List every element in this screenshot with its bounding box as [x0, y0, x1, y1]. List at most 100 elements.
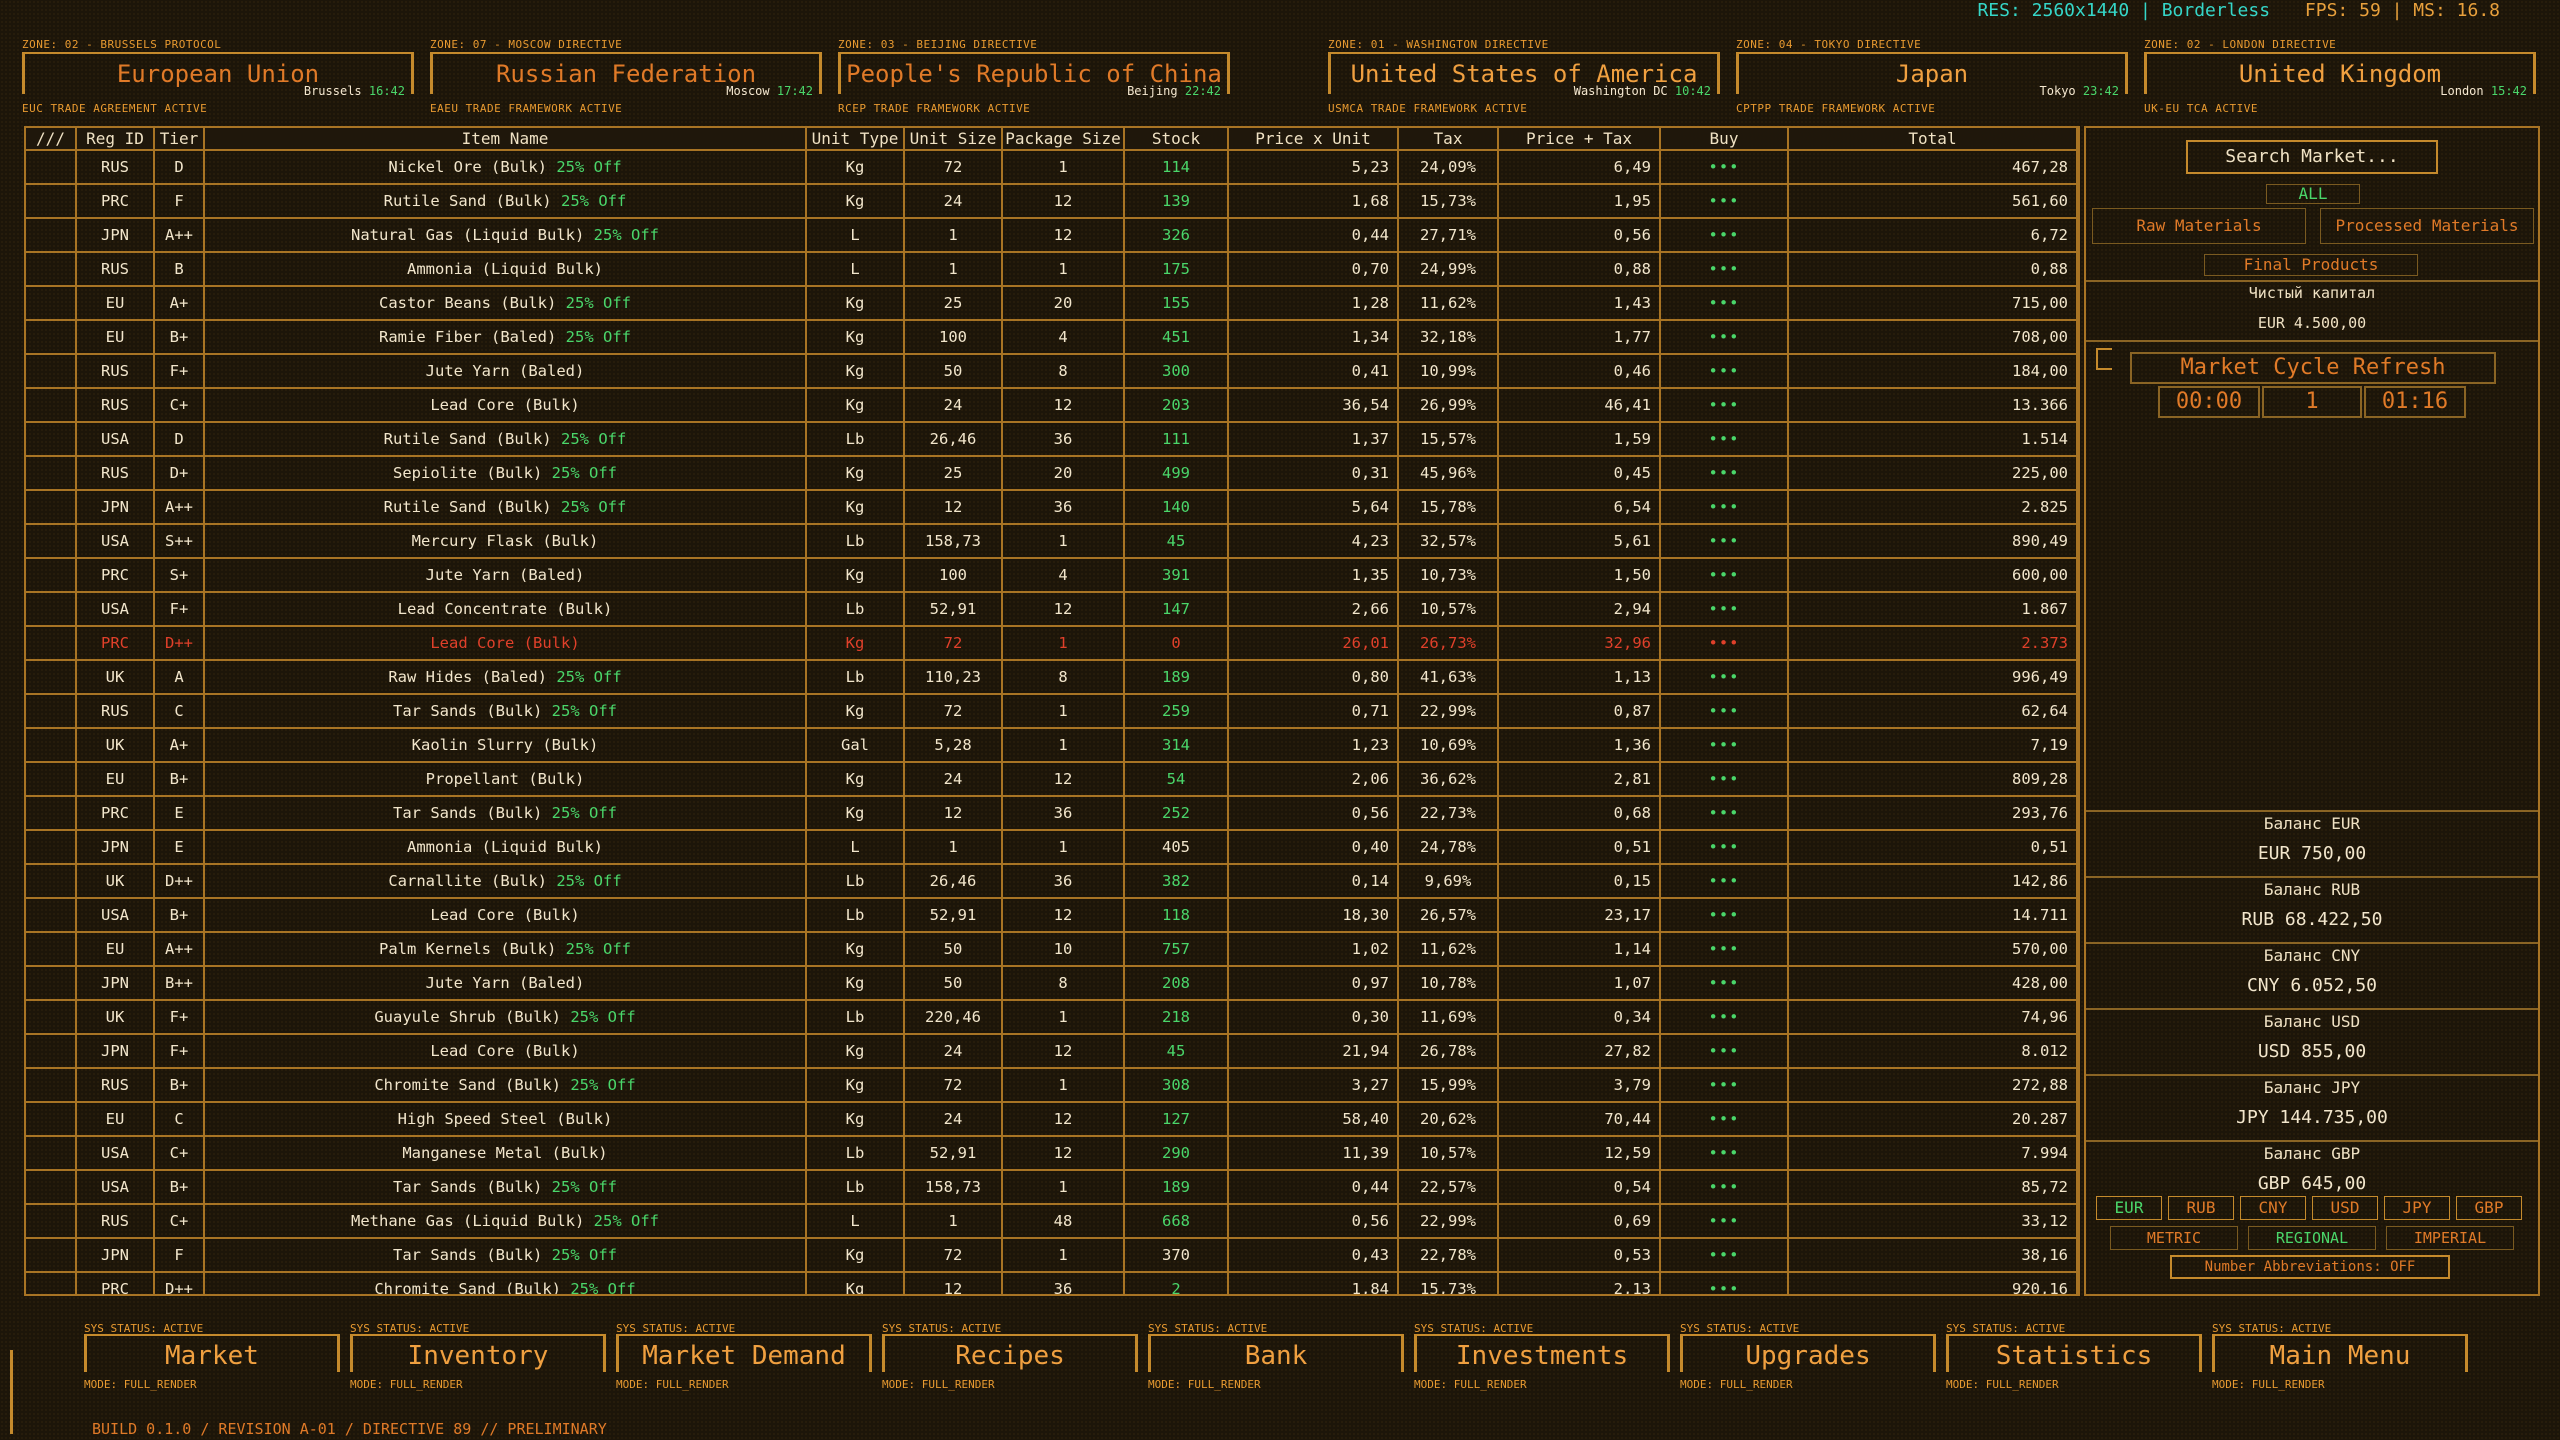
table-row[interactable]: UK A Raw Hides (Baled) 25% Off Lb 110,23… — [26, 660, 2078, 695]
filter-raw-button[interactable]: Raw Materials — [2092, 208, 2306, 244]
buy-button[interactable]: ••• — [1660, 218, 1789, 253]
table-row[interactable]: JPN F Tar Sands (Bulk) 25% Off Kg 72 1 3… — [26, 1238, 2078, 1273]
buy-button[interactable]: ••• — [1660, 728, 1789, 763]
unit-system-button[interactable]: METRIC — [2110, 1226, 2238, 1250]
table-row[interactable]: PRC D++ Lead Core (Bulk) Kg 72 1 0 26,01… — [26, 626, 2078, 661]
table-row[interactable]: EU A+ Castor Beans (Bulk) 25% Off Kg 25 … — [26, 286, 2078, 321]
buy-button[interactable]: ••• — [1660, 354, 1789, 389]
buy-button[interactable]: ••• — [1660, 830, 1789, 865]
nav-item[interactable]: SYS STATUS: ACTIVE Investments MODE: FUL… — [1414, 1322, 1670, 1392]
buy-button[interactable]: ••• — [1660, 150, 1789, 185]
nav-item[interactable]: SYS STATUS: ACTIVE Bank MODE: FULL_RENDE… — [1148, 1322, 1404, 1392]
buy-button[interactable]: ••• — [1660, 660, 1789, 695]
filter-processed-button[interactable]: Processed Materials — [2320, 208, 2534, 244]
search-input[interactable]: Search Market... — [2186, 140, 2438, 174]
buy-button[interactable]: ••• — [1660, 864, 1789, 899]
table-row[interactable]: USA B+ Lead Core (Bulk) Lb 52,91 12 118 … — [26, 898, 2078, 933]
column-header[interactable]: Tier — [154, 128, 205, 151]
column-header[interactable]: Unit Type — [806, 128, 905, 151]
refresh-icon[interactable] — [2096, 348, 2112, 370]
buy-button[interactable]: ••• — [1660, 320, 1789, 355]
filter-final-button[interactable]: Final Products — [2204, 254, 2418, 276]
currency-button[interactable]: USD — [2312, 1196, 2378, 1220]
nav-item[interactable]: SYS STATUS: ACTIVE Recipes MODE: FULL_RE… — [882, 1322, 1138, 1392]
nav-item[interactable]: SYS STATUS: ACTIVE Market Demand MODE: F… — [616, 1322, 872, 1392]
buy-button[interactable]: ••• — [1660, 1204, 1789, 1239]
nav-button[interactable]: Upgrades — [1680, 1334, 1936, 1372]
buy-button[interactable]: ••• — [1660, 388, 1789, 423]
buy-button[interactable]: ••• — [1660, 184, 1789, 219]
table-row[interactable]: UK D++ Carnallite (Bulk) 25% Off Lb 26,4… — [26, 864, 2078, 899]
table-row[interactable]: JPN E Ammonia (Liquid Bulk) L 1 1 405 0,… — [26, 830, 2078, 865]
table-row[interactable]: RUS F+ Jute Yarn (Baled) Kg 50 8 300 0,4… — [26, 354, 2078, 389]
market-refresh-button[interactable]: Market Cycle Refresh — [2130, 352, 2496, 384]
zone-panel[interactable]: ZONE: 07 - MOSCOW DIRECTIVE Russian Fede… — [430, 38, 822, 120]
unit-system-button[interactable]: IMPERIAL — [2386, 1226, 2514, 1250]
column-header[interactable]: Price + Tax — [1498, 128, 1661, 151]
nav-item[interactable]: SYS STATUS: ACTIVE Market MODE: FULL_REN… — [84, 1322, 340, 1392]
buy-button[interactable]: ••• — [1660, 1068, 1789, 1103]
table-row[interactable]: PRC D++ Chromite Sand (Bulk) 25% Off Kg … — [26, 1272, 2078, 1294]
column-header[interactable]: Reg ID — [76, 128, 155, 151]
column-header[interactable]: Item Name — [204, 128, 807, 151]
table-row[interactable]: EU C High Speed Steel (Bulk) Kg 24 12 12… — [26, 1102, 2078, 1137]
nav-button[interactable]: Inventory — [350, 1334, 606, 1372]
nav-button[interactable]: Market — [84, 1334, 340, 1372]
filter-all-button[interactable]: ALL — [2266, 184, 2360, 204]
table-row[interactable]: JPN A++ Rutile Sand (Bulk) 25% Off Kg 12… — [26, 490, 2078, 525]
table-row[interactable]: PRC S+ Jute Yarn (Baled) Kg 100 4 391 1,… — [26, 558, 2078, 593]
table-row[interactable]: JPN A++ Natural Gas (Liquid Bulk) 25% Of… — [26, 218, 2078, 253]
currency-button[interactable]: JPY — [2384, 1196, 2450, 1220]
column-header[interactable]: Price x Unit — [1228, 128, 1399, 151]
buy-button[interactable]: ••• — [1660, 932, 1789, 967]
table-row[interactable]: USA D Rutile Sand (Bulk) 25% Off Lb 26,4… — [26, 422, 2078, 457]
nav-button[interactable]: Main Menu — [2212, 1334, 2468, 1372]
nav-button[interactable]: Recipes — [882, 1334, 1138, 1372]
zone-panel[interactable]: ZONE: 02 - LONDON DIRECTIVE United Kingd… — [2144, 38, 2536, 120]
table-row[interactable]: JPN B++ Jute Yarn (Baled) Kg 50 8 208 0,… — [26, 966, 2078, 1001]
buy-button[interactable]: ••• — [1660, 694, 1789, 729]
nav-item[interactable]: SYS STATUS: ACTIVE Statistics MODE: FULL… — [1946, 1322, 2202, 1392]
column-header[interactable]: Stock — [1124, 128, 1229, 151]
column-header[interactable]: Tax — [1398, 128, 1499, 151]
number-abbreviation-toggle[interactable]: Number Abbreviations: OFF — [2170, 1255, 2450, 1279]
unit-system-button[interactable]: REGIONAL — [2248, 1226, 2376, 1250]
table-row[interactable]: USA S++ Mercury Flask (Bulk) Lb 158,73 1… — [26, 524, 2078, 559]
buy-button[interactable]: ••• — [1660, 1102, 1789, 1137]
currency-button[interactable]: GBP — [2456, 1196, 2522, 1220]
buy-button[interactable]: ••• — [1660, 1170, 1789, 1205]
table-row[interactable]: JPN F+ Lead Core (Bulk) Kg 24 12 45 21,9… — [26, 1034, 2078, 1069]
table-row[interactable]: EU B+ Ramie Fiber (Baled) 25% Off Kg 100… — [26, 320, 2078, 355]
table-row[interactable]: RUS C+ Methane Gas (Liquid Bulk) 25% Off… — [26, 1204, 2078, 1239]
buy-button[interactable]: ••• — [1660, 524, 1789, 559]
zone-panel[interactable]: ZONE: 04 - TOKYO DIRECTIVE Japan Tokyo 2… — [1736, 38, 2128, 120]
table-row[interactable]: EU B+ Propellant (Bulk) Kg 24 12 54 2,06… — [26, 762, 2078, 797]
table-row[interactable]: PRC F Rutile Sand (Bulk) 25% Off Kg 24 1… — [26, 184, 2078, 219]
column-header[interactable]: /// — [26, 128, 77, 151]
table-row[interactable]: USA C+ Manganese Metal (Bulk) Lb 52,91 1… — [26, 1136, 2078, 1171]
table-row[interactable]: EU A++ Palm Kernels (Bulk) 25% Off Kg 50… — [26, 932, 2078, 967]
buy-button[interactable]: ••• — [1660, 558, 1789, 593]
buy-button[interactable]: ••• — [1660, 898, 1789, 933]
buy-button[interactable]: ••• — [1660, 1000, 1789, 1035]
currency-button[interactable]: RUB — [2168, 1196, 2234, 1220]
buy-button[interactable]: ••• — [1660, 286, 1789, 321]
buy-button[interactable]: ••• — [1660, 796, 1789, 831]
table-row[interactable]: RUS B+ Chromite Sand (Bulk) 25% Off Kg 7… — [26, 1068, 2078, 1103]
currency-button[interactable]: EUR — [2096, 1196, 2162, 1220]
table-row[interactable]: UK F+ Guayule Shrub (Bulk) 25% Off Lb 22… — [26, 1000, 2078, 1035]
buy-button[interactable]: ••• — [1660, 1272, 1789, 1294]
table-row[interactable]: RUS B Ammonia (Liquid Bulk) L 1 1 175 0,… — [26, 252, 2078, 287]
buy-button[interactable]: ••• — [1660, 252, 1789, 287]
nav-button[interactable]: Investments — [1414, 1334, 1670, 1372]
table-row[interactable]: USA B+ Tar Sands (Bulk) 25% Off Lb 158,7… — [26, 1170, 2078, 1205]
buy-button[interactable]: ••• — [1660, 966, 1789, 1001]
nav-item[interactable]: SYS STATUS: ACTIVE Upgrades MODE: FULL_R… — [1680, 1322, 1936, 1392]
table-row[interactable]: UK A+ Kaolin Slurry (Bulk) Gal 5,28 1 31… — [26, 728, 2078, 763]
buy-button[interactable]: ••• — [1660, 762, 1789, 797]
nav-button[interactable]: Market Demand — [616, 1334, 872, 1372]
nav-button[interactable]: Bank — [1148, 1334, 1404, 1372]
table-row[interactable]: USA F+ Lead Concentrate (Bulk) Lb 52,91 … — [26, 592, 2078, 627]
zone-panel[interactable]: ZONE: 02 - BRUSSELS PROTOCOL European Un… — [22, 38, 414, 120]
buy-button[interactable]: ••• — [1660, 1136, 1789, 1171]
